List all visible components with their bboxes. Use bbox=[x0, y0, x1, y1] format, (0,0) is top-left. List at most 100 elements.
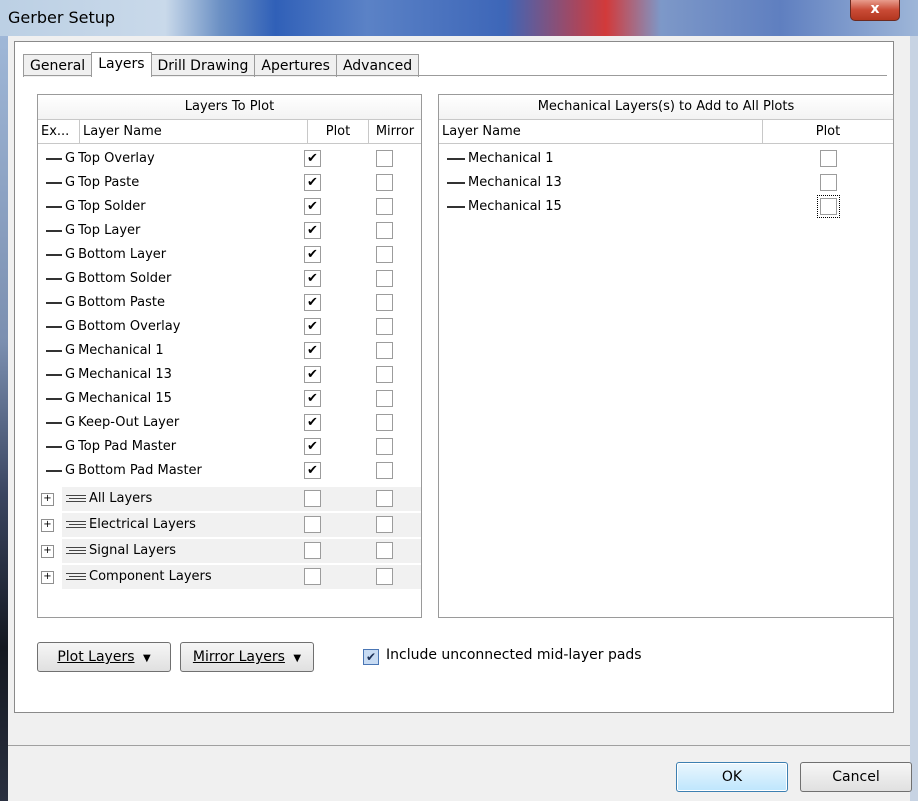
layer-row[interactable]: G Bottom Solder bbox=[38, 267, 421, 291]
mechanical-plot-checkbox[interactable] bbox=[817, 195, 840, 218]
layer-line-icon bbox=[447, 181, 465, 184]
mirror-checkbox[interactable] bbox=[376, 366, 393, 383]
plot-checkbox[interactable] bbox=[304, 222, 321, 239]
mirror-checkbox[interactable] bbox=[376, 150, 393, 167]
col-header-mirror[interactable]: Mirror bbox=[369, 120, 421, 144]
layers-to-plot-list[interactable]: Layers To Plot Ex... Layer Name Plot Mir… bbox=[37, 94, 422, 618]
layer-group-row[interactable]: All Layers bbox=[62, 487, 421, 511]
mechanical-layer-row[interactable]: Mechanical 13 bbox=[439, 171, 893, 195]
expand-icon[interactable]: + bbox=[41, 493, 54, 506]
layer-line-icon bbox=[46, 397, 62, 400]
layer-name: Mechanical 13 bbox=[78, 367, 172, 382]
layer-row[interactable]: G Top Solder bbox=[38, 195, 421, 219]
layer-group-row[interactable]: Component Layers bbox=[62, 565, 421, 589]
layer-row[interactable]: G Top Layer bbox=[38, 219, 421, 243]
mechanical-layer-row[interactable]: Mechanical 15 bbox=[439, 195, 893, 219]
ok-button[interactable]: OK bbox=[676, 762, 788, 792]
layer-row[interactable]: G Mechanical 1 bbox=[38, 339, 421, 363]
col-header-plot[interactable]: Plot bbox=[308, 120, 369, 144]
mirror-checkbox[interactable] bbox=[376, 222, 393, 239]
mirror-checkbox[interactable] bbox=[376, 568, 393, 585]
close-button[interactable]: x bbox=[850, 0, 900, 21]
layer-row[interactable]: G Bottom Pad Master bbox=[38, 459, 421, 483]
mechanical-layers-list[interactable]: Mechanical Layers(s) to Add to All Plots… bbox=[438, 94, 894, 618]
mirror-checkbox[interactable] bbox=[376, 414, 393, 431]
expand-icon[interactable]: + bbox=[41, 519, 54, 532]
layer-name: Bottom Pad Master bbox=[78, 463, 202, 478]
layer-row[interactable]: G Mechanical 15 bbox=[38, 387, 421, 411]
mirror-checkbox[interactable] bbox=[376, 294, 393, 311]
layer-name: Bottom Layer bbox=[78, 247, 167, 262]
plot-checkbox[interactable] bbox=[304, 542, 321, 559]
mirror-checkbox[interactable] bbox=[376, 174, 393, 191]
layer-line-icon bbox=[46, 301, 62, 304]
layer-line-icon bbox=[46, 325, 62, 328]
mirror-checkbox[interactable] bbox=[376, 342, 393, 359]
plot-checkbox[interactable] bbox=[304, 366, 321, 383]
mirror-layers-button[interactable]: Mirror Layers ▼ bbox=[180, 642, 314, 672]
plot-checkbox[interactable] bbox=[304, 568, 321, 585]
tab-layers[interactable]: Layers bbox=[91, 52, 152, 77]
layer-line-icon bbox=[46, 349, 62, 352]
tab-drill-drawing[interactable]: Drill Drawing bbox=[150, 54, 256, 77]
mirror-checkbox[interactable] bbox=[376, 438, 393, 455]
mechanical-plot-checkbox[interactable] bbox=[820, 174, 837, 191]
col-header-ext[interactable]: Ex... bbox=[38, 120, 80, 144]
tab-apertures[interactable]: Apertures bbox=[254, 54, 337, 77]
mirror-checkbox[interactable] bbox=[376, 516, 393, 533]
layer-row[interactable]: G Keep-Out Layer bbox=[38, 411, 421, 435]
mechanical-plot-checkbox[interactable] bbox=[820, 150, 837, 167]
layer-group-name: Electrical Layers bbox=[89, 517, 196, 532]
include-unconnected-checkbox[interactable]: ✔ bbox=[363, 649, 379, 665]
plot-checkbox[interactable] bbox=[304, 462, 321, 479]
plot-checkbox[interactable] bbox=[304, 414, 321, 431]
plot-checkbox[interactable] bbox=[304, 150, 321, 167]
plot-checkbox[interactable] bbox=[304, 516, 321, 533]
layer-row[interactable]: G Bottom Paste bbox=[38, 291, 421, 315]
cancel-button[interactable]: Cancel bbox=[800, 762, 912, 792]
layer-prefix: G bbox=[65, 343, 76, 358]
layer-row[interactable]: G Top Paste bbox=[38, 171, 421, 195]
mirror-checkbox[interactable] bbox=[376, 390, 393, 407]
layer-line-icon bbox=[46, 373, 62, 376]
plot-checkbox[interactable] bbox=[304, 490, 321, 507]
layer-group-row[interactable]: Signal Layers bbox=[62, 539, 421, 563]
col-header-mech-layer-name[interactable]: Layer Name bbox=[439, 120, 763, 144]
plot-checkbox[interactable] bbox=[304, 246, 321, 263]
layer-group-row[interactable]: Electrical Layers bbox=[62, 513, 421, 537]
plot-checkbox[interactable] bbox=[304, 342, 321, 359]
col-header-mech-plot[interactable]: Plot bbox=[763, 120, 893, 144]
layer-prefix: G bbox=[65, 271, 76, 286]
plot-layers-label: Plot Layers bbox=[57, 649, 135, 665]
tab-general[interactable]: General bbox=[23, 54, 93, 77]
mirror-checkbox[interactable] bbox=[376, 198, 393, 215]
expand-icon[interactable]: + bbox=[41, 571, 54, 584]
include-unconnected-label[interactable]: Include unconnected mid-layer pads bbox=[386, 647, 642, 663]
mirror-checkbox[interactable] bbox=[376, 490, 393, 507]
plot-checkbox[interactable] bbox=[304, 390, 321, 407]
col-header-layer-name[interactable]: Layer Name bbox=[80, 120, 308, 144]
plot-layers-button[interactable]: Plot Layers ▼ bbox=[37, 642, 171, 672]
mechanical-layer-row[interactable]: Mechanical 1 bbox=[439, 147, 893, 171]
layer-name: Top Solder bbox=[78, 199, 146, 214]
layer-row[interactable]: G Mechanical 13 bbox=[38, 363, 421, 387]
layer-row[interactable]: G Bottom Overlay bbox=[38, 315, 421, 339]
mirror-checkbox[interactable] bbox=[376, 542, 393, 559]
plot-checkbox[interactable] bbox=[304, 270, 321, 287]
mirror-checkbox[interactable] bbox=[376, 246, 393, 263]
mirror-checkbox[interactable] bbox=[376, 462, 393, 479]
expand-icon[interactable]: + bbox=[41, 545, 54, 558]
plot-checkbox[interactable] bbox=[304, 294, 321, 311]
plot-checkbox[interactable] bbox=[304, 438, 321, 455]
layer-row[interactable]: G Top Pad Master bbox=[38, 435, 421, 459]
layer-row[interactable]: G Top Overlay bbox=[38, 147, 421, 171]
plot-checkbox[interactable] bbox=[304, 198, 321, 215]
plot-checkbox[interactable] bbox=[304, 174, 321, 191]
layer-prefix: G bbox=[65, 295, 76, 310]
layer-stack-icon bbox=[66, 494, 86, 503]
layer-row[interactable]: G Bottom Layer bbox=[38, 243, 421, 267]
tab-advanced[interactable]: Advanced bbox=[335, 54, 420, 77]
mirror-checkbox[interactable] bbox=[376, 318, 393, 335]
plot-checkbox[interactable] bbox=[304, 318, 321, 335]
mirror-checkbox[interactable] bbox=[376, 270, 393, 287]
